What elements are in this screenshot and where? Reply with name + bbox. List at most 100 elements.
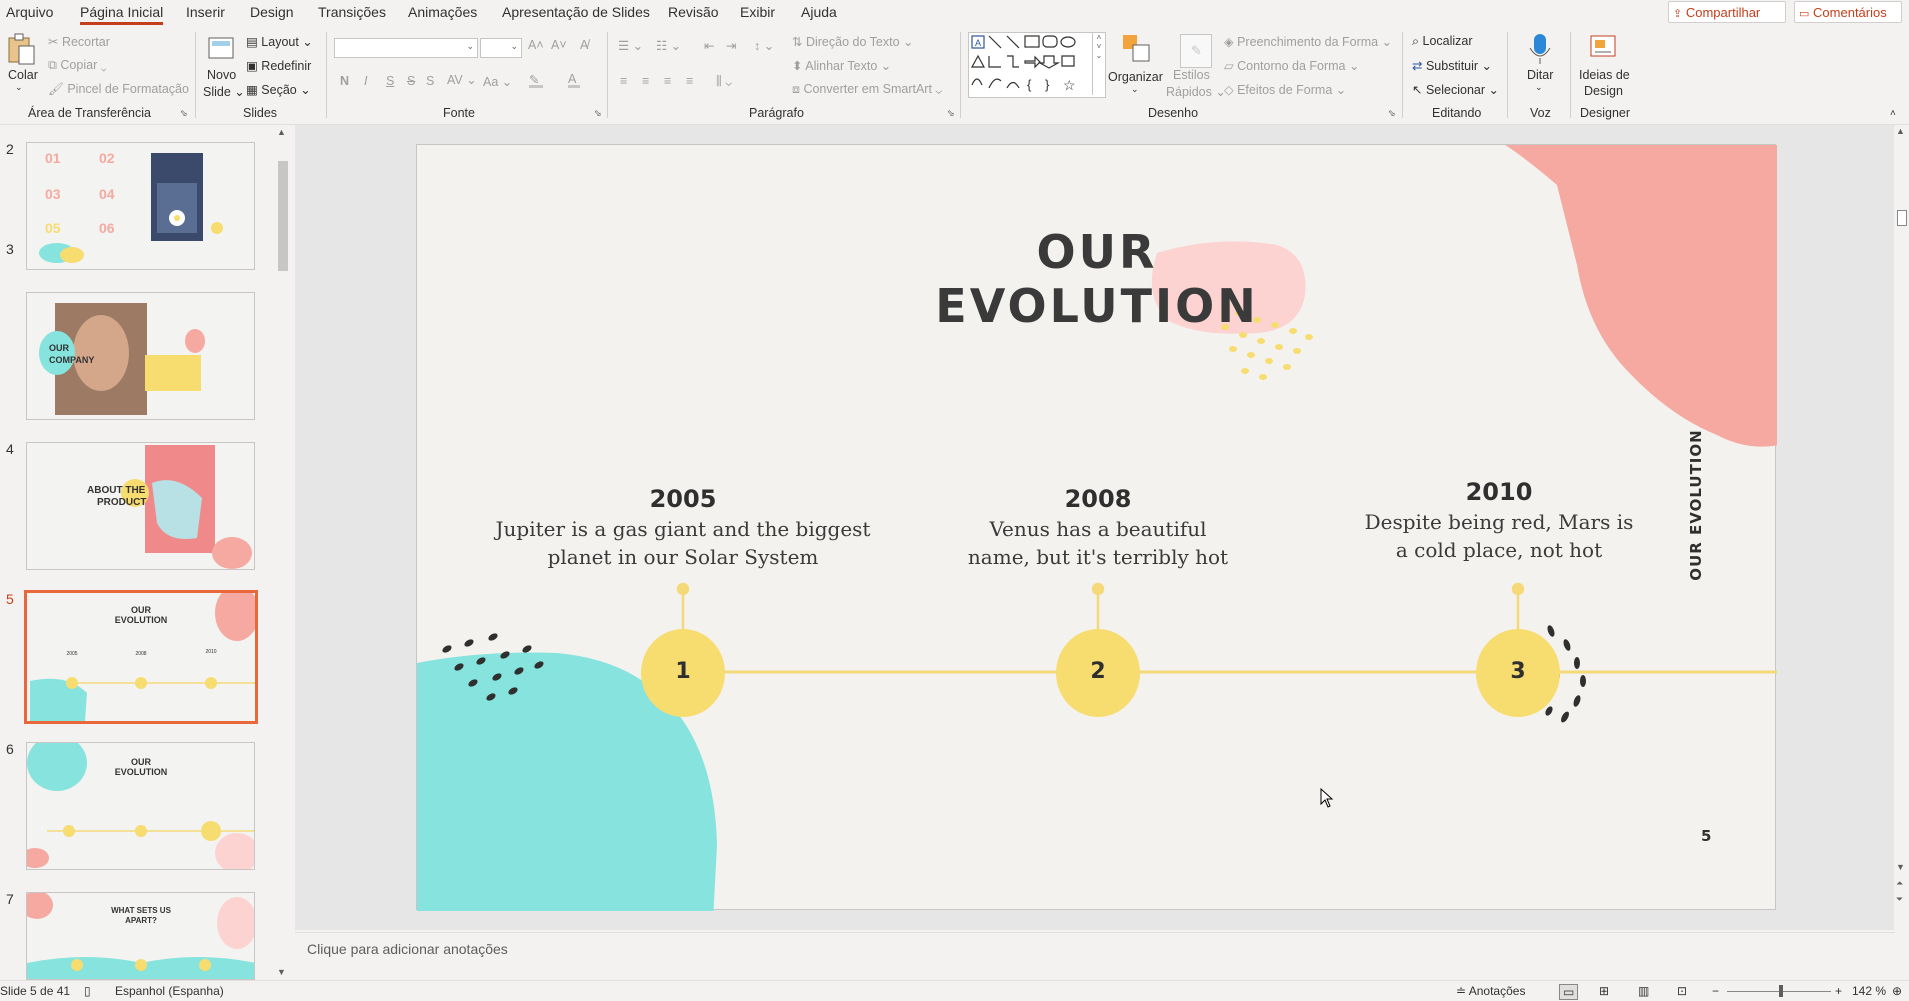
arrange-button[interactable]: [1120, 32, 1152, 68]
reset-button[interactable]: ▣ Redefinir: [246, 58, 311, 73]
slide-5[interactable]: OUR EVOLUTION 2005 Jupiter is a gas gian…: [416, 144, 1777, 911]
collapse-ribbon-icon[interactable]: ˄: [1890, 108, 1896, 119]
menu-apresentacao[interactable]: Apresentação de Slides: [502, 4, 650, 20]
columns-icon[interactable]: ⫼ ⌄: [716, 74, 732, 89]
new-slide-button[interactable]: [207, 34, 235, 62]
notes-placeholder[interactable]: Clique para adicionar anotações: [307, 941, 508, 957]
scroll-down-icon[interactable]: ▼: [1896, 862, 1905, 872]
milestone-number-2[interactable]: 2: [1068, 659, 1128, 684]
milestone-number-3[interactable]: 3: [1488, 659, 1548, 684]
menu-animacoes[interactable]: Animações: [408, 4, 477, 20]
bold-button[interactable]: N: [340, 74, 349, 88]
copy-button[interactable]: ⧉ Copiar ⌄: [48, 58, 107, 73]
font-family-combo[interactable]: ⌄: [334, 38, 478, 58]
milestone-year-1[interactable]: 2005: [583, 485, 783, 513]
previous-slide-icon[interactable]: ⏶: [1896, 878, 1903, 889]
shape-outline-button[interactable]: ▱ Contorno da Forma ⌄: [1224, 58, 1359, 73]
milestone-year-2[interactable]: 2008: [998, 485, 1198, 513]
gallery-scroll-icon[interactable]: ˄ ˅ ⌄: [1092, 33, 1105, 95]
milestone-number-1[interactable]: 1: [653, 659, 713, 684]
scroll-up-icon[interactable]: ▲: [1896, 126, 1905, 136]
paste-button[interactable]: [6, 32, 36, 70]
zoom-slider-thumb[interactable]: [1779, 985, 1783, 997]
layout-button[interactable]: ▤ Layout ⌄: [246, 34, 313, 49]
milestone-text-2[interactable]: Venus has a beautiful name, but it's ter…: [918, 515, 1278, 571]
shape-effects-button[interactable]: ◇ Efeitos de Forma ⌄: [1224, 82, 1346, 97]
select-button[interactable]: ↖ Selecionar ⌄: [1412, 82, 1499, 97]
align-center-icon[interactable]: ≡: [642, 74, 649, 88]
zoom-level[interactable]: 142 %: [1852, 984, 1886, 998]
justify-icon[interactable]: ≡: [686, 74, 693, 88]
menu-revisao[interactable]: Revisão: [668, 4, 719, 20]
slide-thumbnail-5[interactable]: OUR EVOLUTION 2005 2008 2010: [24, 590, 258, 724]
shrink-font-icon[interactable]: A˅: [551, 38, 567, 52]
menu-ajuda[interactable]: Ajuda: [801, 4, 837, 20]
paragraph-launcher-icon[interactable]: ⬂: [947, 108, 955, 119]
arrange-dropdown-icon[interactable]: ⌄: [1131, 84, 1139, 95]
language-indicator[interactable]: Espanhol (Espanha): [115, 984, 224, 998]
scroll-up-icon[interactable]: ▲: [277, 127, 286, 137]
strike-button[interactable]: S: [407, 74, 415, 88]
normal-view-icon[interactable]: ▭: [1559, 984, 1579, 1000]
bullets-icon[interactable]: ☰ ⌄: [618, 38, 643, 53]
design-ideas-button[interactable]: [1588, 32, 1618, 66]
share-button[interactable]: ⇪ Compartilhar: [1668, 1, 1786, 23]
zoom-in-icon[interactable]: +: [1835, 984, 1842, 998]
paste-dropdown-icon[interactable]: ⌄: [15, 82, 23, 93]
quick-styles-icon[interactable]: ✎: [1180, 34, 1212, 68]
format-painter-button[interactable]: 🖌 Pincel de Formatação: [48, 82, 189, 97]
slideshow-icon[interactable]: ⊡: [1677, 984, 1687, 998]
menu-pagina-inicial[interactable]: Página Inicial: [80, 4, 164, 25]
menu-exibir[interactable]: Exibir: [740, 4, 775, 20]
find-button[interactable]: ⌕ Localizar: [1412, 34, 1473, 49]
slide-thumbnail-6[interactable]: OUR EVOLUTION: [26, 742, 255, 870]
comments-button[interactable]: ▭ Comentários: [1794, 1, 1902, 23]
notes-pane[interactable]: Clique para adicionar anotações: [295, 932, 1895, 981]
smartart-button[interactable]: ⧈ Converter em SmartArt ⌄: [792, 82, 942, 97]
slide-thumbnail-2[interactable]: 01 02 03 04 05 06: [26, 142, 255, 270]
spacing-button[interactable]: AV ⌄: [447, 72, 477, 87]
notes-toggle-button[interactable]: ≐ Anotações: [1456, 984, 1525, 998]
next-slide-icon[interactable]: ⏷: [1896, 894, 1903, 905]
align-left-icon[interactable]: ≡: [620, 74, 627, 88]
case-button[interactable]: Aa ⌄: [483, 74, 512, 89]
shapes-gallery[interactable]: A {} ☆ ˄ ˅ ⌄: [968, 32, 1106, 98]
side-label[interactable]: OUR EVOLUTION: [1687, 405, 1707, 605]
milestone-text-3[interactable]: Despite being red, Mars is a cold place,…: [1329, 508, 1669, 564]
slide-thumbnail-4[interactable]: ABOUT THE PRODUCT: [26, 442, 255, 570]
milestone-year-3[interactable]: 2010: [1399, 478, 1599, 506]
cut-button[interactable]: ✂ Recortar: [48, 34, 110, 49]
increase-indent-icon[interactable]: ⇥: [726, 38, 736, 53]
dictate-button[interactable]: [1526, 32, 1554, 66]
shape-fill-button[interactable]: ◈ Preenchimento da Forma ⌄: [1224, 34, 1392, 49]
line-spacing-icon[interactable]: ↕ ⌄: [754, 38, 774, 53]
milestone-text-1[interactable]: Jupiter is a gas giant and the biggest p…: [483, 515, 883, 571]
zoom-out-icon[interactable]: −: [1712, 984, 1719, 998]
highlight-icon[interactable]: ✎: [529, 72, 543, 88]
slide-sorter-icon[interactable]: ⊞: [1599, 984, 1609, 998]
dictate-dropdown-icon[interactable]: ⌄: [1535, 82, 1543, 93]
spellcheck-icon[interactable]: ▯: [84, 984, 91, 998]
font-launcher-icon[interactable]: ⬂: [594, 108, 602, 119]
slide-scrollbar[interactable]: ▲ ▼ ⏶ ⏷: [1894, 126, 1908, 931]
slide-page-number[interactable]: 5: [1701, 827, 1711, 845]
zoom-slider[interactable]: [1727, 985, 1831, 997]
align-text-button[interactable]: ⬍ Alinhar Texto ⌄: [792, 58, 891, 73]
slide-title[interactable]: OUR EVOLUTION: [897, 225, 1297, 333]
text-direction-button[interactable]: ⇅ Direção do Texto ⌄: [792, 34, 913, 49]
menu-inserir[interactable]: Inserir: [186, 4, 225, 20]
slide-thumbnail-7[interactable]: WHAT SETS US APART?: [26, 892, 255, 980]
clear-format-icon[interactable]: A̸: [580, 38, 588, 52]
clipboard-launcher-icon[interactable]: ⬂: [180, 108, 188, 119]
underline-button[interactable]: S: [386, 74, 394, 88]
decrease-indent-icon[interactable]: ⇤: [704, 38, 714, 53]
menu-arquivo[interactable]: Arquivo: [6, 4, 53, 20]
align-right-icon[interactable]: ≡: [664, 74, 671, 88]
menu-design[interactable]: Design: [250, 4, 294, 20]
section-button[interactable]: ▦ Seção ⌄: [246, 82, 311, 97]
font-color-icon[interactable]: A: [568, 72, 580, 88]
slide-scroll-thumb[interactable]: [1897, 210, 1907, 226]
fit-slide-icon[interactable]: ⊕: [1892, 984, 1902, 998]
thumbnail-scroll-thumb[interactable]: [278, 161, 288, 271]
thumbnail-scrollbar[interactable]: ▲ ▼: [276, 127, 290, 977]
